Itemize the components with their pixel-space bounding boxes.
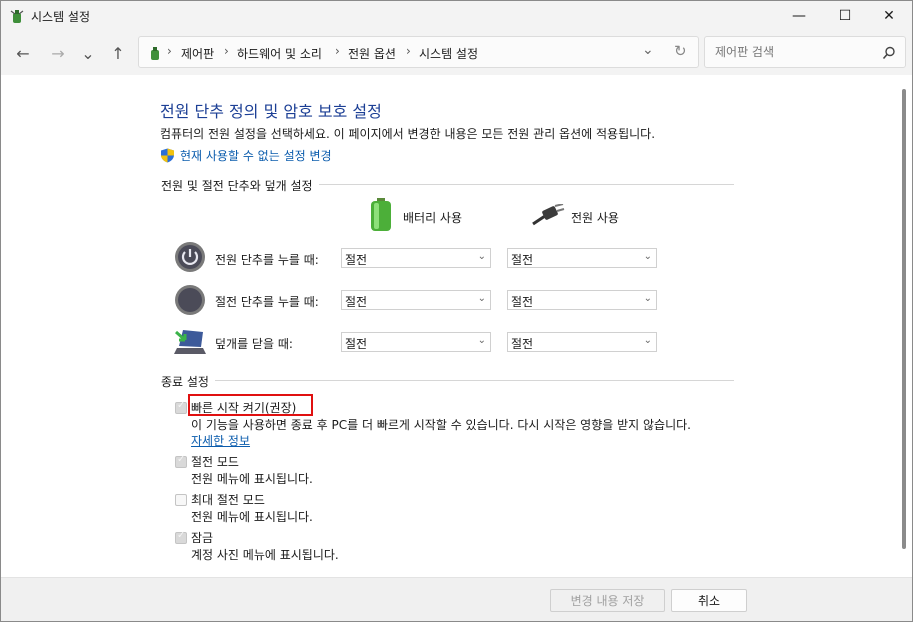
address-dropdown-icon[interactable]: ⌄ — [642, 42, 654, 58]
recent-locations-button[interactable]: ⌄ — [76, 41, 100, 65]
lid-close-battery-select[interactable]: 절전 ⌄ — [341, 332, 491, 352]
breadcrumb-separator: › — [224, 44, 229, 58]
power-plug-icon — [532, 204, 565, 226]
navigation-bar: ← → ⌄ ↑ › 제어판 › 하드웨어 및 소리 › 전원 옵션 › 시스템 … — [1, 31, 912, 75]
fast-startup-description: 이 기능을 사용하면 종료 후 PC를 더 빠르게 시작할 수 있습니다. 다시… — [191, 418, 691, 432]
minimize-icon: — — [792, 8, 806, 24]
shutdown-section-title: 종료 설정 — [161, 373, 215, 390]
maximize-icon: ☐ — [838, 8, 852, 24]
power-button-plugged-select[interactable]: 절전 ⌄ — [507, 248, 657, 268]
battery-column-header: 배터리 사용 — [403, 211, 463, 225]
chevron-down-icon: ⌄ — [477, 335, 486, 346]
power-button-icon — [175, 242, 205, 272]
sleep-button-plugged-select[interactable]: 절전 ⌄ — [507, 290, 657, 310]
breadcrumb-power-options[interactable]: 전원 옵션 — [348, 45, 396, 62]
address-bar[interactable]: › 제어판 › 하드웨어 및 소리 › 전원 옵션 › 시스템 설정 ⌄ ↻ — [138, 36, 699, 68]
search-icon[interactable] — [882, 46, 896, 60]
breadcrumb-separator: › — [335, 44, 340, 58]
vertical-scrollbar[interactable] — [902, 89, 906, 549]
hibernate-checkbox[interactable] — [175, 494, 187, 506]
cancel-button[interactable]: 취소 — [671, 589, 747, 612]
sleep-label: 절전 모드 — [191, 455, 239, 469]
forward-button[interactable]: → — [46, 41, 70, 65]
power-button-battery-select[interactable]: 절전 ⌄ — [341, 248, 491, 268]
battery-icon — [371, 198, 391, 231]
close-button[interactable]: ✕ — [866, 1, 912, 31]
back-button[interactable]: ← — [11, 41, 35, 65]
close-icon: ✕ — [883, 8, 895, 24]
chevron-down-icon: ⌄ — [477, 251, 486, 262]
page-title: 전원 단추 정의 및 암호 보호 설정 — [160, 102, 382, 121]
lid-close-plugged-select[interactable]: 절전 ⌄ — [507, 332, 657, 352]
window-title: 시스템 설정 — [31, 10, 91, 24]
select-value: 절전 — [345, 253, 368, 267]
chevron-down-icon: ⌄ — [643, 335, 652, 346]
laptop-lid-icon — [174, 330, 206, 354]
breadcrumb-separator: › — [167, 44, 172, 58]
select-value: 절전 — [511, 253, 534, 267]
plugged-in-column-header: 전원 사용 — [571, 211, 619, 225]
up-button[interactable]: ↑ — [106, 41, 130, 65]
breadcrumb-hardware-sound[interactable]: 하드웨어 및 소리 — [237, 45, 322, 62]
fast-startup-highlight — [188, 394, 313, 416]
select-value: 절전 — [511, 337, 534, 351]
breadcrumb-system-settings[interactable]: 시스템 설정 — [419, 45, 478, 62]
hibernate-label: 최대 절전 모드 — [191, 493, 265, 507]
section-divider — [161, 380, 734, 381]
hibernate-description: 전원 메뉴에 표시됩니다. — [191, 510, 313, 524]
select-value: 절전 — [511, 295, 534, 309]
lock-description: 계정 사진 메뉴에 표시됩니다. — [191, 548, 339, 562]
lock-checkbox[interactable] — [175, 530, 187, 544]
sleep-button-battery-select[interactable]: 절전 ⌄ — [341, 290, 491, 310]
arrow-up-icon: ↑ — [111, 43, 125, 63]
learn-more-link[interactable]: 자세한 정보 — [191, 432, 250, 449]
refresh-icon[interactable]: ↻ — [674, 42, 687, 60]
sleep-button-icon — [175, 285, 205, 315]
arrow-left-icon: ← — [16, 43, 30, 63]
maximize-button[interactable]: ☐ — [822, 1, 868, 31]
sleep-button-label: 절전 단추를 누를 때: — [215, 295, 319, 309]
power-options-icon — [10, 10, 24, 23]
power-section-title: 전원 및 절전 단추와 덮개 설정 — [161, 177, 319, 194]
power-button-label: 전원 단추를 누를 때: — [215, 253, 319, 267]
change-settings-link-text[interactable]: 현재 사용할 수 없는 설정 변경 — [180, 147, 332, 164]
lid-close-label: 덮개를 닫을 때: — [215, 337, 293, 351]
title-bar: 시스템 설정 — ☐ ✕ — [1, 1, 912, 31]
sleep-description: 전원 메뉴에 표시됩니다. — [191, 472, 313, 486]
sleep-checkbox[interactable] — [175, 454, 187, 468]
chevron-down-icon: ⌄ — [643, 293, 652, 304]
content-area — [1, 75, 912, 577]
chevron-down-icon: ⌄ — [81, 43, 95, 63]
fast-startup-checkbox[interactable] — [175, 400, 187, 414]
control-panel-icon — [151, 47, 159, 60]
system-settings-window: 시스템 설정 — ☐ ✕ ← → ⌄ ↑ › 제어판 › 하드웨어 및 소리 ›… — [0, 0, 913, 622]
lock-label: 잠금 — [191, 531, 214, 545]
search-box[interactable] — [704, 36, 906, 68]
footer-bar: 변경 내용 저장 취소 — [1, 577, 912, 621]
breadcrumb-separator: › — [406, 44, 411, 58]
minimize-button[interactable]: — — [776, 1, 822, 31]
uac-shield-icon — [161, 148, 174, 163]
breadcrumb-control-panel[interactable]: 제어판 — [181, 45, 214, 62]
page-description: 컴퓨터의 전원 설정을 선택하세요. 이 페이지에서 변경한 내용은 모든 전원… — [160, 127, 656, 141]
save-changes-button[interactable]: 변경 내용 저장 — [550, 589, 665, 612]
chevron-down-icon: ⌄ — [477, 293, 486, 304]
arrow-right-icon: → — [51, 43, 65, 63]
select-value: 절전 — [345, 337, 368, 351]
chevron-down-icon: ⌄ — [643, 251, 652, 262]
select-value: 절전 — [345, 295, 368, 309]
search-input[interactable] — [713, 44, 877, 60]
